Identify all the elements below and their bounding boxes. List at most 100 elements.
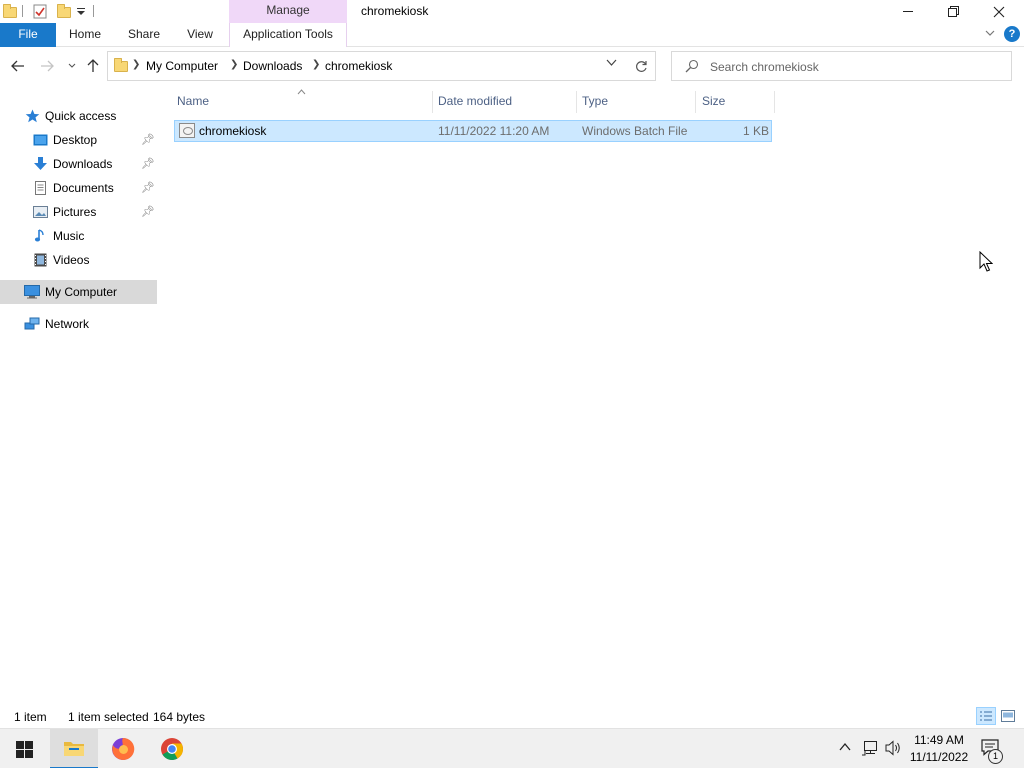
desktop-folder-icon xyxy=(33,133,48,147)
pin-icon[interactable]: 📌︎ xyxy=(141,133,155,146)
sidebar-item-my-computer[interactable]: My Computer xyxy=(0,280,157,304)
search-icon xyxy=(685,59,699,76)
sidebar-item-label: Videos xyxy=(53,253,90,267)
breadcrumb-downloads[interactable]: Downloads xyxy=(243,59,302,73)
pictures-icon xyxy=(33,205,48,219)
status-bar: 1 item 1 item selected 164 bytes xyxy=(0,701,1024,728)
refresh-icon[interactable] xyxy=(628,51,656,81)
network-status-icon[interactable] xyxy=(862,740,880,759)
qat-separator xyxy=(22,5,23,17)
forward-arrow-icon[interactable] xyxy=(38,57,56,75)
sidebar-item-quick-access[interactable]: Quick access xyxy=(0,104,157,128)
back-arrow-icon[interactable] xyxy=(9,57,27,75)
recent-locations-chevron-icon[interactable] xyxy=(63,57,81,75)
tab-share[interactable]: Share xyxy=(121,23,167,47)
manage-context-tab-header: Manage xyxy=(229,0,347,23)
column-divider[interactable] xyxy=(432,91,433,113)
sidebar-item-label: Documents xyxy=(53,181,114,195)
sidebar-item-pictures[interactable]: Pictures 📌︎ xyxy=(0,200,157,224)
film-icon xyxy=(33,253,48,267)
file-list: Name Date modified Type Size chromekiosk… xyxy=(157,87,1024,701)
folder-icon xyxy=(3,4,17,18)
file-name: chromekiosk xyxy=(199,124,267,138)
clock-date[interactable]: 11/11/2022 xyxy=(906,750,972,764)
mouse-cursor-icon xyxy=(979,250,994,273)
column-header-type[interactable]: Type xyxy=(582,94,608,108)
sidebar-item-music[interactable]: Music xyxy=(0,224,157,248)
notification-count-badge: 1 xyxy=(988,749,1003,764)
title-bar: Manage chromekiosk xyxy=(0,0,1024,23)
navigation-bar: ❯ My Computer ❯ Downloads ❯ chromekiosk xyxy=(0,47,1024,87)
clock-time[interactable]: 11:49 AM xyxy=(906,733,972,747)
file-explorer-icon[interactable] xyxy=(50,729,98,768)
large-icons-view-icon[interactable] xyxy=(998,707,1018,725)
help-icon[interactable]: ? xyxy=(1004,26,1020,42)
address-dropdown-chevron-icon[interactable] xyxy=(606,58,617,70)
sidebar-item-downloads[interactable]: Downloads 📌︎ xyxy=(0,152,157,176)
tab-file[interactable]: File xyxy=(0,23,56,47)
computer-icon xyxy=(24,285,40,299)
firefox-icon[interactable] xyxy=(99,729,147,768)
breadcrumb-chromekiosk[interactable]: chromekiosk xyxy=(325,59,392,73)
sidebar-item-label: Music xyxy=(53,229,85,243)
search-box[interactable] xyxy=(671,51,1012,81)
minimize-button[interactable] xyxy=(885,0,931,23)
tab-application-tools[interactable]: Application Tools xyxy=(229,23,347,47)
column-header-date-modified[interactable]: Date modified xyxy=(438,94,512,108)
expand-ribbon-chevron-icon[interactable] xyxy=(984,27,998,41)
breadcrumb-separator-icon[interactable]: ❯ xyxy=(312,59,320,70)
network-icon xyxy=(24,317,40,331)
up-arrow-icon[interactable] xyxy=(84,57,102,75)
volume-speaker-icon[interactable] xyxy=(885,740,902,759)
tab-view[interactable]: View xyxy=(178,23,222,47)
new-folder-icon[interactable] xyxy=(57,4,71,18)
music-note-icon xyxy=(33,229,48,243)
breadcrumb-separator-icon[interactable]: ❯ xyxy=(132,59,140,70)
sidebar-item-desktop[interactable]: Desktop 📌︎ xyxy=(0,128,157,152)
details-view-icon[interactable] xyxy=(976,707,996,725)
sidebar-item-label: Downloads xyxy=(53,157,113,171)
chrome-icon[interactable] xyxy=(148,729,196,768)
sidebar-item-network[interactable]: Network xyxy=(0,312,157,336)
documents-icon xyxy=(33,181,48,195)
search-input[interactable] xyxy=(710,58,1000,76)
sidebar-item-label: My Computer xyxy=(45,285,118,299)
show-hidden-icons-chevron-icon[interactable] xyxy=(839,740,851,755)
column-divider[interactable] xyxy=(695,91,696,113)
ribbon-tabs: File Home Share View Application Tools ? xyxy=(0,23,1024,47)
breadcrumb-separator-icon[interactable]: ❯ xyxy=(230,59,238,70)
sidebar-item-label: Pictures xyxy=(53,205,97,219)
folder-icon xyxy=(114,58,128,72)
sidebar-item-label: Network xyxy=(45,317,90,331)
sidebar-item-label: Quick access xyxy=(45,109,117,123)
selection-size: 164 bytes xyxy=(153,710,206,724)
taskbar: 11:49 AM 11/11/2022 1 xyxy=(0,728,1024,768)
column-header-name[interactable]: Name xyxy=(177,94,209,108)
sidebar-item-videos[interactable]: Videos xyxy=(0,248,157,272)
file-type: Windows Batch File xyxy=(582,124,688,138)
file-date-modified: 11/11/2022 11:20 AM xyxy=(438,124,550,138)
item-count: 1 item xyxy=(14,710,47,724)
column-divider[interactable] xyxy=(576,91,577,113)
column-header-size[interactable]: Size xyxy=(702,94,725,108)
customize-qat-icon[interactable] xyxy=(76,6,90,20)
address-bar[interactable]: ❯ My Computer ❯ Downloads ❯ chromekiosk xyxy=(107,51,656,81)
pin-icon[interactable]: 📌︎ xyxy=(141,205,155,218)
star-icon xyxy=(25,109,40,123)
window-title: chromekiosk xyxy=(361,4,429,18)
file-size: 1 KB xyxy=(742,124,769,138)
tab-home[interactable]: Home xyxy=(62,23,108,47)
start-icon[interactable] xyxy=(0,729,48,768)
pin-icon[interactable]: 📌︎ xyxy=(141,157,155,170)
breadcrumb-my-computer[interactable]: My Computer xyxy=(146,59,218,73)
close-button[interactable] xyxy=(976,0,1022,23)
sidebar-item-documents[interactable]: Documents 📌︎ xyxy=(0,176,157,200)
file-row[interactable]: chromekiosk 11/11/2022 11:20 AM Windows … xyxy=(174,120,772,142)
pin-icon[interactable]: 📌︎ xyxy=(141,181,155,194)
sidebar-item-label: Desktop xyxy=(53,133,98,147)
properties-icon[interactable] xyxy=(33,4,47,19)
sort-ascending-icon xyxy=(297,87,306,98)
column-divider[interactable] xyxy=(774,91,775,113)
batch-file-icon xyxy=(179,123,195,138)
restore-button[interactable] xyxy=(930,0,976,23)
